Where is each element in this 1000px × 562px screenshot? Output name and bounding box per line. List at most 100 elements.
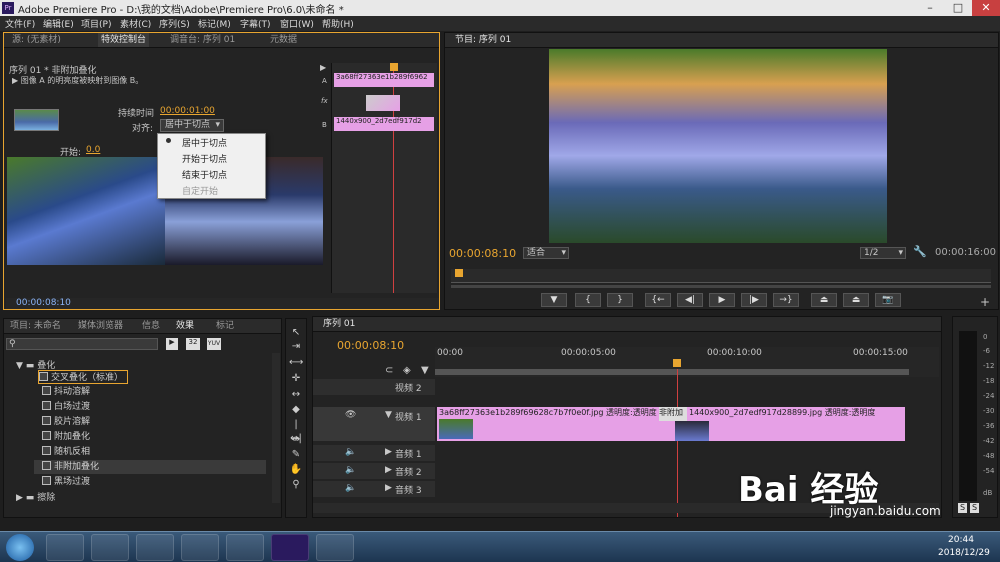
extract-button[interactable]: ⏏: [843, 293, 869, 307]
tab-project[interactable]: 项目: 未命名: [10, 319, 61, 333]
solo-right-button[interactable]: S: [970, 503, 979, 513]
menu-title[interactable]: 字幕(T): [240, 17, 271, 30]
menu-marker[interactable]: 标记(M): [198, 17, 231, 30]
taskbar-app-firefox-icon[interactable]: [181, 534, 219, 561]
menu-help[interactable]: 帮助(H): [322, 17, 354, 30]
timeline-timecode[interactable]: 00:00:08:10: [337, 339, 404, 352]
transition-clip[interactable]: 非附加: [659, 407, 689, 421]
taskbar-app-explorer-icon[interactable]: [91, 534, 129, 561]
clip-a-bar[interactable]: 3a68ff27363e1b289f6962: [334, 73, 434, 87]
effect-item-additive-dissolve[interactable]: 附加叠化: [42, 430, 90, 444]
export-frame-button[interactable]: 📷: [875, 293, 901, 307]
align-select[interactable]: 居中于切点 ▾: [160, 119, 224, 132]
accelerated-effects-icon[interactable]: ▶: [166, 338, 178, 350]
effect-item-dip-to-white[interactable]: 白场过渡: [42, 400, 90, 414]
tab-media-browser[interactable]: 媒体浏览器: [78, 319, 123, 333]
clock-date[interactable]: 2018/12/29: [938, 548, 990, 558]
rate-stretch-tool-icon[interactable]: ↔: [289, 388, 303, 402]
speaker-icon[interactable]: 🔈: [345, 483, 356, 493]
start-button[interactable]: [6, 534, 34, 561]
menu-project[interactable]: 项目(P): [81, 17, 111, 30]
effect-timecode[interactable]: 00:00:08:10: [16, 298, 71, 308]
go-to-in-button[interactable]: {←: [645, 293, 671, 307]
speaker-icon[interactable]: 🔈: [345, 465, 356, 475]
program-zoom-bar[interactable]: [451, 285, 991, 288]
expand-arrow-icon[interactable]: ▶: [385, 465, 392, 475]
expand-arrow-icon[interactable]: ▶: [385, 447, 392, 457]
eye-icon[interactable]: 👁: [345, 410, 356, 420]
clip-2[interactable]: 1440x900_2d7edf917d28899.jpg 透明度:透明度: [687, 407, 905, 441]
effects-search-input[interactable]: ⚲: [6, 338, 158, 350]
ripple-edit-tool-icon[interactable]: ⟷: [289, 356, 303, 370]
track-header-video1[interactable]: 👁 ▼ 视频 1: [313, 407, 435, 441]
pen-tool-icon[interactable]: ✎: [289, 448, 303, 462]
32bit-badge[interactable]: 32: [186, 338, 200, 350]
work-area-bar[interactable]: [435, 369, 909, 375]
playhead-marker-icon[interactable]: [390, 63, 398, 71]
playhead-marker-icon[interactable]: [673, 359, 681, 367]
track-select-tool-icon[interactable]: ⇥: [289, 340, 303, 354]
menu-window[interactable]: 窗口(W): [280, 17, 314, 30]
menu-file[interactable]: 文件(F): [5, 17, 35, 30]
effect-item-random-invert[interactable]: 随机反相: [42, 445, 90, 459]
tab-markers[interactable]: 标记: [216, 319, 234, 333]
selection-tool-icon[interactable]: ↖: [289, 326, 303, 340]
zoom-tool-icon[interactable]: ⚲: [289, 478, 303, 492]
effect-item-cross-dissolve[interactable]: 交叉叠化（标准）: [38, 370, 129, 384]
dropdown-option-end[interactable]: 结束于切点: [182, 168, 227, 181]
clock-time[interactable]: 20:44: [948, 535, 974, 545]
tab-metadata[interactable]: 元数据: [270, 33, 297, 47]
speaker-icon[interactable]: 🔈: [345, 447, 356, 457]
track-header-audio2[interactable]: 🔈 ▶ 音频 2: [313, 463, 435, 479]
effect-item-dither-dissolve[interactable]: 抖动溶解: [42, 385, 90, 399]
taskbar-app-360-icon[interactable]: [46, 534, 84, 561]
go-to-out-button[interactable]: →}: [773, 293, 799, 307]
taskbar-app-premiere-icon[interactable]: [271, 534, 309, 561]
lift-button[interactable]: ⏏: [811, 293, 837, 307]
program-scrubber[interactable]: [451, 269, 991, 283]
tab-info[interactable]: 信息: [142, 319, 160, 333]
tab-sequence[interactable]: 序列 01: [323, 317, 355, 331]
expand-arrow-icon[interactable]: ▶: [385, 483, 392, 493]
razor-tool-icon[interactable]: ◆: [289, 403, 303, 417]
track-header-video2[interactable]: 视频 2: [313, 379, 435, 395]
tab-audio-mixer[interactable]: 调音台: 序列 01: [170, 33, 235, 47]
slip-tool-icon[interactable]: |↔|: [289, 418, 303, 444]
effect-item-film-dissolve[interactable]: 胶片溶解: [42, 415, 90, 429]
menu-sequence[interactable]: 序列(S): [159, 17, 190, 30]
step-forward-button[interactable]: |▶: [741, 293, 767, 307]
add-marker-button[interactable]: ▼: [541, 293, 567, 307]
menu-edit[interactable]: 编辑(E): [43, 17, 74, 30]
clip-b-bar[interactable]: 1440x900_2d7edf917d2: [334, 117, 434, 131]
tab-source[interactable]: 源: (无素材): [12, 33, 61, 47]
add-button-icon[interactable]: +: [980, 295, 990, 309]
clip-1[interactable]: 3a68ff27363e1b289f69628c7b7f0e0f.jpg 透明度…: [437, 407, 677, 441]
menu-clip[interactable]: 素材(C): [120, 17, 151, 30]
dropdown-option-center[interactable]: 居中于切点: [182, 136, 227, 149]
marker-icon[interactable]: ◈: [403, 365, 411, 376]
program-timecode[interactable]: 00:00:08:10: [449, 247, 516, 260]
taskbar-app-qq-icon[interactable]: [136, 534, 174, 561]
timeline-ruler[interactable]: 00:00 00:00:05:00 00:00:10:00 00:00:15:0…: [435, 347, 939, 377]
duration-value[interactable]: 00:00:01:00: [160, 106, 215, 116]
tab-program[interactable]: 节目: 序列 01: [455, 33, 511, 47]
track-header-audio3[interactable]: 🔈 ▶ 音频 3: [313, 481, 435, 497]
taskbar-app-camtasia-icon[interactable]: [226, 534, 264, 561]
snap-icon[interactable]: ⊂: [385, 365, 393, 376]
collapse-arrow-icon[interactable]: ▼: [385, 410, 392, 420]
start-value[interactable]: 0.0: [86, 145, 100, 155]
rolling-edit-tool-icon[interactable]: ✛: [289, 372, 303, 386]
fit-select[interactable]: 适合 ▾: [523, 247, 569, 259]
tab-effects[interactable]: 效果: [176, 319, 194, 333]
playhead-marker-icon[interactable]: [455, 269, 463, 277]
transition-bar[interactable]: [366, 95, 400, 111]
step-back-button[interactable]: ◀|: [677, 293, 703, 307]
close-icon[interactable]: ✕: [972, 0, 1000, 16]
effect-item-dip-to-black[interactable]: 黑场过渡: [42, 475, 90, 489]
taskbar-app-recorder-icon[interactable]: [316, 534, 354, 561]
solo-left-button[interactable]: S: [958, 503, 967, 513]
mark-in-button[interactable]: {: [575, 293, 601, 307]
play-button[interactable]: ▶: [709, 293, 735, 307]
minimize-icon[interactable]: –: [916, 0, 944, 16]
scale-select[interactable]: 1/2 ▾: [860, 247, 906, 259]
